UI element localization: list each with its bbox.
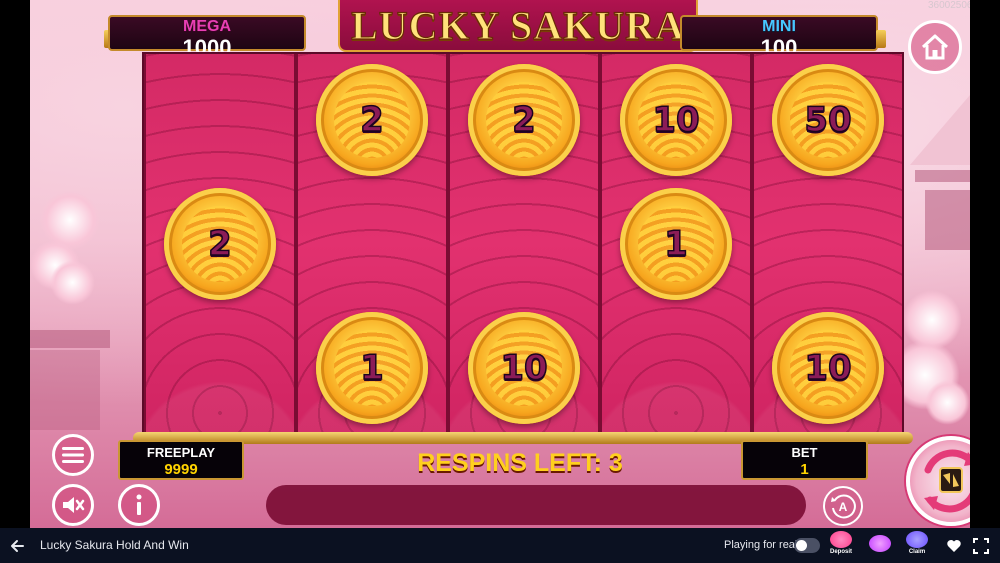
coin-value: 10 [500,347,549,389]
coin-value: 1 [359,347,384,389]
coin-symbol: 1 [620,188,732,300]
temple-roof-decoration [30,330,110,348]
mega-jackpot-box: MEGA 1000 [108,15,306,60]
back-arrow-icon[interactable] [8,536,28,556]
heart-icon[interactable] [945,537,963,555]
coin-symbol: 1 [316,312,428,424]
playing-for-real-toggle[interactable] [794,538,820,553]
hamburger-menu-icon [62,447,84,463]
prizes-badge-icon [869,535,891,552]
jackpotz-badge-icon [906,531,928,548]
jackpotz-claim-promo[interactable]: Claim [903,531,931,560]
coin-value: 50 [804,99,853,141]
coin-symbol: 50 [772,64,884,176]
reel-grid: 2 2 1 2 10 10 1 50 10 [142,52,904,434]
freeplay-box: FREEPLAY 9999 [118,440,244,480]
message-bar [266,485,806,525]
coin-symbol: 10 [772,312,884,424]
coin-value: 2 [207,223,232,265]
mountain-decoration [910,95,970,165]
letterbox-left [0,0,30,528]
prizes-promo[interactable] [866,531,894,560]
promo-label: Deposit [829,549,852,555]
freeplay-label: FREEPLAY [146,445,216,460]
pagoda-decoration [915,170,970,182]
letterbox-right [970,0,1000,528]
home-icon [921,34,949,60]
svg-text:A: A [839,500,848,514]
game-name: Lucky Sakura Hold And Win [40,538,189,552]
autoplay-button[interactable]: A [823,486,863,526]
bonus-deposit-promo[interactable]: Deposit [827,531,855,560]
sound-button[interactable] [52,484,94,526]
info-icon [136,494,142,515]
spin-icon [924,449,970,513]
game-window: MEGA 1000 LUCKY SAKURA MINI 100 36002506… [0,0,1000,563]
pagoda-body-decoration [925,190,970,250]
speaker-muted-icon [63,497,85,513]
jackpot-cap [876,30,886,48]
round-id: 36002506166 [928,0,970,11]
home-button[interactable] [908,20,962,74]
coin-symbol: 2 [468,64,580,176]
fullscreen-icon[interactable] [972,537,990,555]
coin-value: 2 [511,99,536,141]
info-button[interactable] [118,484,160,526]
spin-button[interactable] [906,436,970,526]
temple-body-decoration [30,350,100,430]
coin-value: 2 [359,99,384,141]
game-canvas: MEGA 1000 LUCKY SAKURA MINI 100 36002506… [30,0,970,528]
coin-symbol: 10 [468,312,580,424]
game-title: LUCKY SAKURA [350,3,685,48]
autoplay-icon: A [831,494,856,519]
bottom-taskbar: Lucky Sakura Hold And Win Playing for re… [0,528,1000,563]
coin-value: 10 [804,347,853,389]
coin-symbol: 10 [620,64,732,176]
bonus-badge-icon [830,531,852,548]
respins-left-text: RESPINS LEFT: 3 [417,449,623,477]
coin-value: 10 [652,99,701,141]
bet-value: 1 [800,461,809,478]
bet-box[interactable]: BET 1 [741,440,868,480]
title-plate: LUCKY SAKURA [338,0,698,52]
freeplay-value: 9999 [164,461,198,478]
bet-label: BET [791,445,818,460]
coin-symbol: 2 [164,188,276,300]
coin-value: 1 [663,223,688,265]
coin-symbol: 2 [316,64,428,176]
menu-button[interactable] [52,434,94,476]
playing-for-real-label: Playing for real [724,539,798,551]
blossom-decoration [925,380,970,425]
mini-jackpot-box: MINI 100 [680,15,878,60]
promo-label: Claim [908,549,926,555]
blossom-decoration [50,260,95,305]
